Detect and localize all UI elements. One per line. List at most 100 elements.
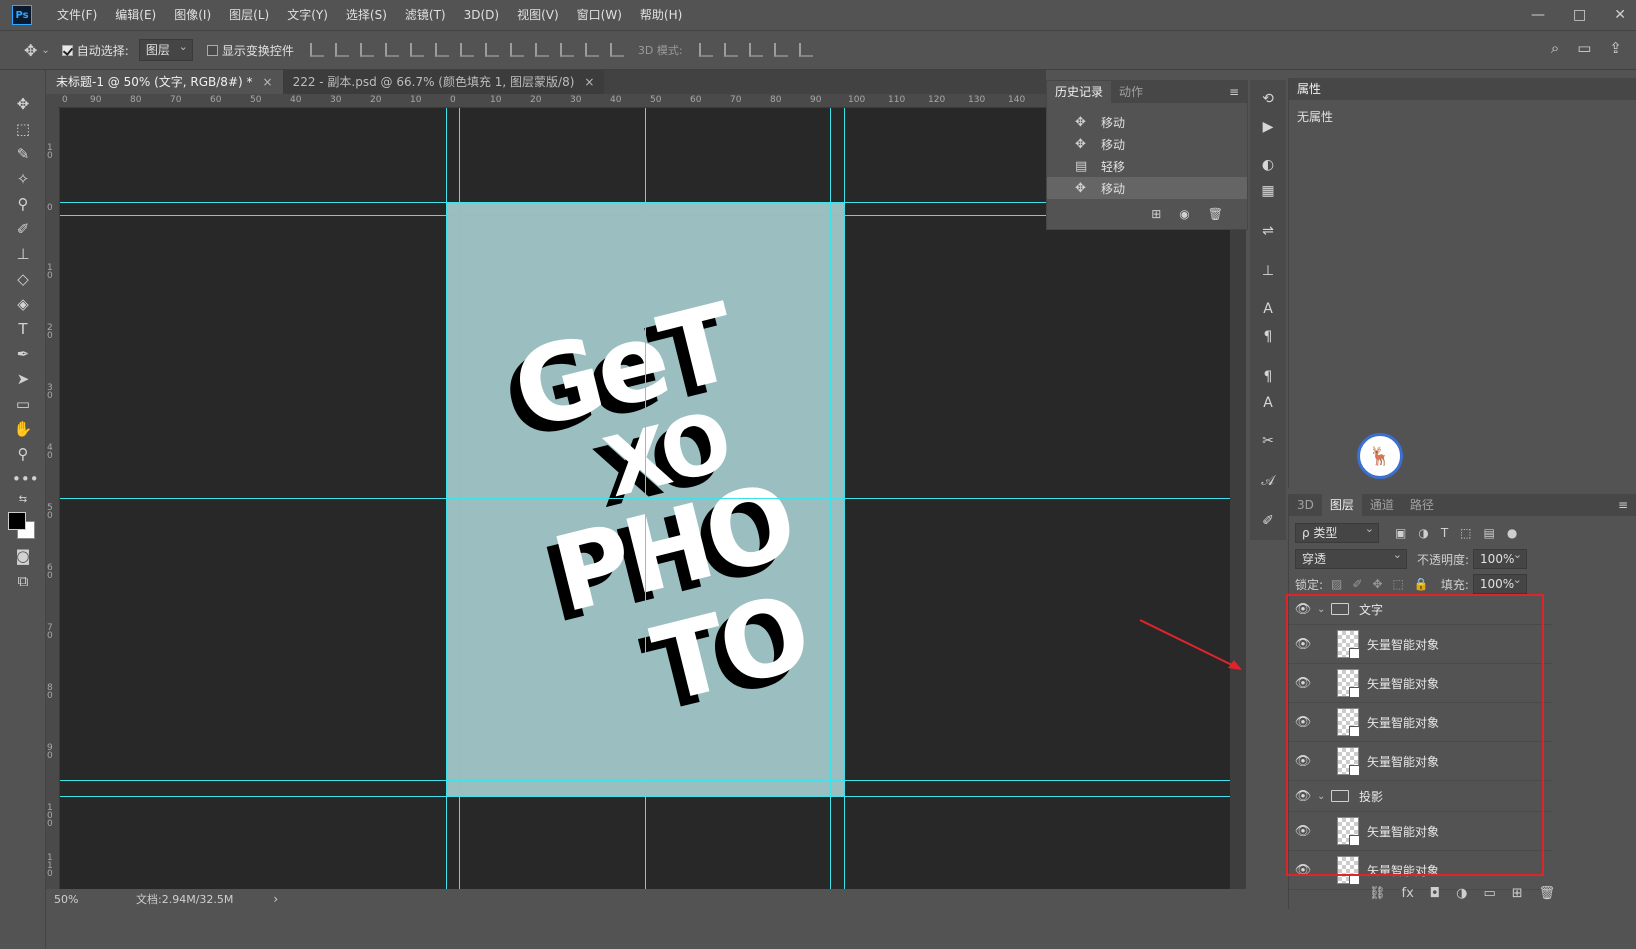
distribute-bottom-icon[interactable] bbox=[509, 43, 524, 57]
3d-scale-icon[interactable] bbox=[798, 43, 813, 57]
lock-position-icon[interactable]: ✥ bbox=[1372, 577, 1382, 591]
tab-history[interactable]: 历史记录 bbox=[1047, 81, 1112, 103]
menu-window[interactable]: 窗口(W) bbox=[568, 0, 631, 30]
3d-orbit-icon[interactable] bbox=[698, 43, 713, 57]
eraser-tool-icon[interactable]: ◇ bbox=[12, 269, 34, 289]
distribute-vcenter-icon[interactable] bbox=[484, 43, 499, 57]
history-item[interactable]: ✥ 移动 bbox=[1047, 133, 1247, 155]
blend-mode-select[interactable]: 穿透 bbox=[1295, 546, 1407, 569]
align-hcenter-icon[interactable] bbox=[409, 43, 424, 57]
auto-select-checkbox[interactable] bbox=[61, 44, 73, 56]
panel-menu-icon[interactable]: ≡ bbox=[1618, 498, 1628, 512]
menu-image[interactable]: 图像(I) bbox=[165, 0, 220, 30]
hand-tool-icon[interactable]: ✋ bbox=[12, 419, 34, 439]
brush-tool-icon[interactable]: ✐ bbox=[12, 219, 34, 239]
history-item[interactable]: ▤ 轻移 bbox=[1047, 155, 1247, 177]
align-vcenter-icon[interactable] bbox=[334, 43, 349, 57]
show-transform-checkbox[interactable] bbox=[206, 44, 218, 56]
path-select-tool-icon[interactable]: ➤ bbox=[12, 369, 34, 389]
auto-select-target-select[interactable]: 图层 bbox=[138, 37, 193, 61]
eyedropper-tool-icon[interactable]: ⚲ bbox=[12, 194, 34, 214]
adjustments-icon[interactable]: ⇌ bbox=[1259, 222, 1277, 240]
filter-toggle-icon[interactable]: ● bbox=[1507, 526, 1517, 540]
close-tab-icon[interactable]: × bbox=[584, 75, 594, 89]
tab-actions[interactable]: 动作 bbox=[1111, 81, 1151, 103]
actions-play-icon[interactable]: ▶ bbox=[1259, 118, 1277, 136]
adjustment-icon[interactable]: ◑ bbox=[1456, 886, 1467, 901]
swap-colors-icon[interactable]: ⇆ bbox=[12, 490, 34, 510]
screen-mode-icon[interactable]: ⧉ bbox=[12, 571, 34, 591]
distribute-hcenter-icon[interactable] bbox=[559, 43, 574, 57]
align-right-icon[interactable] bbox=[434, 43, 449, 57]
filter-type-icon[interactable]: T bbox=[1441, 526, 1448, 540]
zoom-tool-icon[interactable]: ⚲ bbox=[12, 444, 34, 464]
history-item[interactable]: ✥ 移动 bbox=[1047, 111, 1247, 133]
clone-source-icon[interactable]: ⊥ bbox=[1259, 262, 1277, 280]
paragraph-icon[interactable]: ¶ bbox=[1259, 328, 1277, 346]
menu-layer[interactable]: 图层(L) bbox=[220, 0, 278, 30]
status-menu-arrow-icon[interactable]: › bbox=[273, 892, 278, 906]
guide-horizontal[interactable] bbox=[60, 498, 1230, 499]
brushes-icon[interactable]: ✐ bbox=[1259, 512, 1277, 530]
link-icon[interactable]: ⛓ bbox=[1369, 886, 1386, 901]
pen-tool-icon[interactable]: ✒ bbox=[12, 344, 34, 364]
search-icon[interactable]: ⌕ bbox=[1551, 39, 1559, 57]
new-document-from-state-icon[interactable]: ⊞ bbox=[1151, 207, 1161, 221]
share-icon[interactable]: ⇪ bbox=[1609, 39, 1622, 57]
lock-image-icon[interactable]: ✐ bbox=[1352, 577, 1362, 591]
type-tool-icon[interactable]: T bbox=[12, 319, 34, 339]
workspace-icon[interactable]: ▭ bbox=[1577, 39, 1591, 57]
3d-slide-icon[interactable] bbox=[773, 43, 788, 57]
quick-select-tool-icon[interactable]: ✧ bbox=[12, 169, 34, 189]
trash-icon[interactable]: 🗑 bbox=[1539, 886, 1556, 901]
tab-untitled-1[interactable]: 未标题-1 @ 50% (文字, RGB/8#) * × bbox=[46, 70, 283, 94]
mask-icon[interactable]: ◘ bbox=[1430, 886, 1440, 901]
move-tool-icon[interactable]: ✥ bbox=[24, 41, 37, 60]
paragraph-styles-icon[interactable]: ¶ bbox=[1259, 368, 1277, 386]
menu-filter[interactable]: 滤镜(T) bbox=[396, 0, 455, 30]
history-item-selected[interactable]: ✥ 移动 bbox=[1047, 177, 1247, 199]
more-tools-icon[interactable]: ••• bbox=[12, 469, 39, 489]
tab-3d[interactable]: 3D bbox=[1289, 494, 1322, 516]
filter-smart-object-icon[interactable]: ▤ bbox=[1484, 526, 1495, 540]
minimize-button[interactable]: — bbox=[1531, 7, 1545, 23]
character-icon[interactable]: A bbox=[1259, 300, 1277, 318]
lasso-tool-icon[interactable]: ✎ bbox=[12, 144, 34, 164]
quick-mask-icon[interactable]: ◙ bbox=[12, 546, 34, 566]
menu-select[interactable]: 选择(S) bbox=[337, 0, 396, 30]
color-icon[interactable]: ◐ bbox=[1259, 156, 1277, 174]
move-tool-icon[interactable]: ✥ bbox=[12, 94, 34, 114]
menu-3d[interactable]: 3D(D) bbox=[455, 0, 508, 30]
zoom-level[interactable]: 50% bbox=[54, 893, 124, 906]
gradient-tool-icon[interactable]: ◈ bbox=[12, 294, 34, 314]
history-icon[interactable]: ⟲ bbox=[1259, 90, 1277, 108]
tab-paths[interactable]: 路径 bbox=[1402, 494, 1442, 516]
menu-edit[interactable]: 编辑(E) bbox=[106, 0, 165, 30]
menu-help[interactable]: 帮助(H) bbox=[631, 0, 691, 30]
distribute-left-icon[interactable] bbox=[534, 43, 549, 57]
tab-channels[interactable]: 通道 bbox=[1362, 494, 1402, 516]
snapshot-icon[interactable]: ◉ bbox=[1179, 207, 1189, 221]
tab-222-copy[interactable]: 222 - 副本.psd @ 66.7% (颜色填充 1, 图层蒙版/8) × bbox=[282, 70, 605, 94]
fill-input[interactable]: 100% bbox=[1472, 571, 1527, 594]
marquee-tool-icon[interactable]: ⬚ bbox=[12, 119, 34, 139]
align-left-icon[interactable] bbox=[384, 43, 399, 57]
close-button[interactable]: ✕ bbox=[1614, 7, 1626, 23]
lock-artboard-icon[interactable]: ⬚ bbox=[1393, 577, 1404, 591]
tab-layers[interactable]: 图层 bbox=[1321, 494, 1362, 516]
vertical-ruler[interactable]: 1 0 0 1 0 2 0 3 0 4 0 5 0 6 0 7 0 8 0 9 … bbox=[46, 108, 60, 889]
panel-menu-icon[interactable]: ≡ bbox=[1229, 85, 1239, 99]
menu-type[interactable]: 文字(Y) bbox=[278, 0, 337, 30]
trash-icon[interactable]: 🗑 bbox=[1208, 207, 1223, 221]
character-styles-icon[interactable]: A bbox=[1259, 394, 1277, 412]
distribute-top-icon[interactable] bbox=[459, 43, 474, 57]
auto-align-icon[interactable] bbox=[609, 43, 624, 57]
shape-tool-icon[interactable]: ▭ bbox=[12, 394, 34, 414]
align-top-icon[interactable] bbox=[309, 43, 324, 57]
menu-view[interactable]: 视图(V) bbox=[508, 0, 568, 30]
fx-icon[interactable]: fx bbox=[1402, 886, 1414, 901]
guide-horizontal[interactable] bbox=[60, 796, 1230, 797]
guide-horizontal[interactable] bbox=[60, 780, 1230, 781]
foreground-color-swatch[interactable] bbox=[8, 512, 26, 530]
stamp-tool-icon[interactable]: ⊥ bbox=[12, 244, 34, 264]
